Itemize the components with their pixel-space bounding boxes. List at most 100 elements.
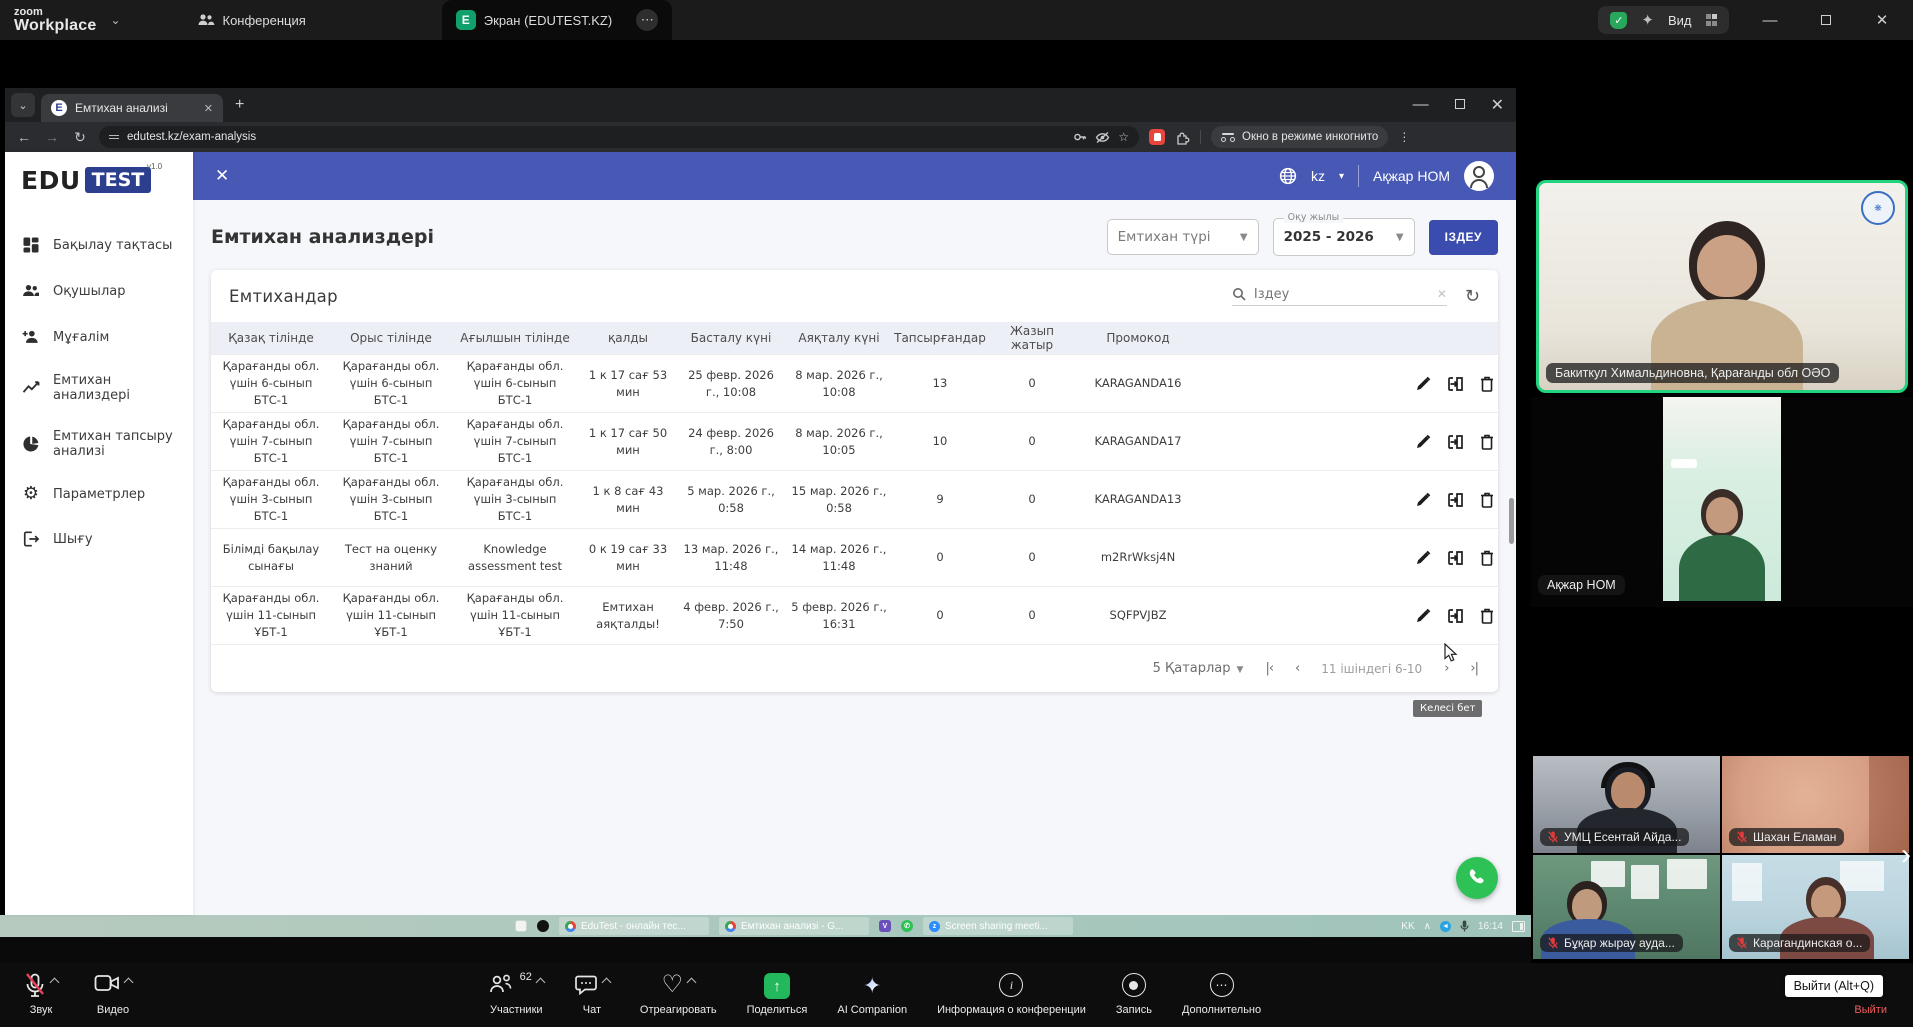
delete-exam-button[interactable]: [1480, 550, 1494, 566]
sidebar-item-students[interactable]: Оқушылар: [5, 268, 193, 314]
participant-video[interactable]: УМЦ Есентай Айда...: [1533, 756, 1720, 853]
window-minimize-button[interactable]: —: [1755, 12, 1785, 29]
tab-meeting[interactable]: Конференция: [181, 0, 322, 40]
open-exam-button[interactable]: [1447, 376, 1464, 392]
rows-per-page-select[interactable]: 5 Қатарлар▼: [1153, 661, 1244, 676]
telegram-icon[interactable]: ◄: [1440, 921, 1451, 932]
sidebar-item-dashboard[interactable]: Бақылау тақтасы: [5, 222, 193, 268]
clear-search-icon[interactable]: ✕: [1437, 287, 1447, 301]
address-bar[interactable]: edutest.kz/exam-analysis ☆: [99, 126, 1139, 148]
new-tab-button[interactable]: +: [235, 96, 244, 114]
file-explorer-icon[interactable]: [515, 920, 527, 932]
video-button[interactable]: Видео: [94, 963, 132, 1016]
more-button[interactable]: ⋯ Дополнительно: [1182, 963, 1261, 1016]
edit-exam-button[interactable]: [1415, 376, 1431, 392]
delete-exam-button[interactable]: [1480, 608, 1494, 624]
audio-button[interactable]: Звук: [24, 963, 58, 1016]
video-options-caret[interactable]: [124, 978, 134, 988]
sidebar-item-exam-analysis[interactable]: Емтихан анализдері: [5, 360, 193, 416]
search-button[interactable]: ІЗДЕУ: [1429, 220, 1498, 255]
whatsapp-taskbar-icon[interactable]: ✆: [901, 920, 913, 932]
reload-icon[interactable]: ↻: [71, 129, 89, 146]
chat-options-caret[interactable]: [601, 978, 611, 988]
first-page-button[interactable]: |‹: [1265, 661, 1273, 676]
page-scrollbar[interactable]: [1509, 498, 1514, 544]
participant-video[interactable]: Шахан Еламан: [1722, 756, 1909, 853]
language-selector[interactable]: kz: [1311, 168, 1325, 184]
audio-options-caret[interactable]: [50, 978, 60, 988]
next-page-button[interactable]: ›: [1444, 661, 1448, 676]
last-page-button[interactable]: ›|: [1470, 661, 1478, 676]
participants-options-caret[interactable]: [535, 978, 545, 988]
ai-sparkle-icon[interactable]: ✦: [1641, 11, 1654, 29]
pinned-video-zone[interactable]: Ақжар НОМ: [1531, 397, 1913, 607]
user-avatar-icon[interactable]: [1464, 161, 1494, 191]
tray-mic-icon[interactable]: [1460, 920, 1469, 932]
delete-exam-button[interactable]: [1480, 376, 1494, 392]
browser-tab[interactable]: E Емтихан анализі ✕: [41, 94, 223, 122]
current-user-name[interactable]: Ақжар НОМ: [1373, 168, 1450, 184]
app-icon[interactable]: [537, 920, 549, 932]
chevron-down-icon[interactable]: ▾: [1339, 171, 1344, 182]
browser-close-button[interactable]: ✕: [1491, 95, 1504, 115]
tab-search-icon[interactable]: ⌄: [11, 93, 35, 117]
window-restore-button[interactable]: [1811, 12, 1841, 29]
v-app-icon[interactable]: V: [879, 920, 891, 932]
tab-shared-screen[interactable]: E Экран (EDUTEST.KZ) ⋯: [442, 0, 672, 40]
taskbar-window-edutest[interactable]: EduTest - онлайн тес...: [559, 917, 709, 935]
participant-video[interactable]: Бұқар жырау ауда...: [1533, 855, 1720, 959]
sidebar-item-logout[interactable]: Шығу: [5, 516, 193, 562]
open-exam-button[interactable]: [1447, 492, 1464, 508]
ai-companion-button[interactable]: ✦ AI Companion: [837, 963, 907, 1016]
sidebar-item-settings[interactable]: ⚙ Параметрлер: [5, 472, 193, 516]
active-speaker-video[interactable]: ❋ Бакиткул Химальдиновна, Қарағанды обл …: [1536, 180, 1908, 393]
browser-restore-button[interactable]: [1455, 96, 1465, 114]
record-button[interactable]: Запись: [1116, 963, 1152, 1016]
taskbar-window-analysis[interactable]: Емтихан анализі - G...: [719, 917, 869, 935]
previous-page-button[interactable]: ‹: [1295, 661, 1299, 676]
edit-exam-button[interactable]: [1415, 608, 1431, 624]
close-drawer-icon[interactable]: ✕: [215, 166, 229, 186]
open-exam-button[interactable]: [1447, 550, 1464, 566]
participant-video[interactable]: Карагандинская о...: [1722, 855, 1909, 959]
window-close-button[interactable]: ✕: [1867, 11, 1897, 29]
refresh-icon[interactable]: ↻: [1465, 286, 1480, 307]
edit-exam-button[interactable]: [1415, 434, 1431, 450]
tray-expand-icon[interactable]: ∧: [1424, 921, 1431, 932]
extensions-puzzle-icon[interactable]: [1175, 130, 1190, 145]
browser-minimize-button[interactable]: —: [1413, 96, 1429, 114]
sidebar-item-teacher[interactable]: Мұғалім: [5, 314, 193, 360]
delete-exam-button[interactable]: [1480, 492, 1494, 508]
browser-menu-icon[interactable]: ⋮: [1398, 130, 1410, 144]
exam-type-select[interactable]: Емтихан түрі ▼: [1107, 219, 1259, 255]
share-screen-button[interactable]: ↑ Поделиться: [747, 963, 808, 1016]
tab-options-icon[interactable]: ⋯: [636, 9, 658, 31]
taskbar-window-zoom[interactable]: zScreen sharing meeti...: [923, 917, 1073, 935]
school-year-select[interactable]: Оқу жылы 2025 - 2026 ▼: [1273, 218, 1415, 256]
view-label[interactable]: Вид: [1668, 13, 1692, 28]
tray-clock[interactable]: 16:14: [1478, 921, 1503, 932]
adblock-extension-icon[interactable]: [1149, 129, 1165, 145]
chevron-down-icon[interactable]: ⌄: [110, 13, 120, 27]
keyboard-language[interactable]: KK: [1401, 921, 1414, 932]
participants-button[interactable]: 62 Участники: [489, 963, 544, 1016]
chat-button[interactable]: Чат: [574, 963, 610, 1016]
open-exam-button[interactable]: [1447, 434, 1464, 450]
forward-icon[interactable]: →: [43, 129, 61, 145]
react-options-caret[interactable]: [687, 978, 697, 988]
next-participants-chevron-icon[interactable]: ›: [1901, 840, 1911, 870]
open-exam-button[interactable]: [1447, 608, 1464, 624]
back-icon[interactable]: ←: [15, 129, 33, 145]
leave-button[interactable]: Выйти Выйти (Alt+Q): [1854, 963, 1887, 1016]
notification-panel-icon[interactable]: [1512, 921, 1525, 932]
view-grid-icon[interactable]: [1706, 14, 1718, 26]
sidebar-item-exam-submission-analysis[interactable]: Емтихан тапсыру анализі: [5, 416, 193, 472]
password-key-icon[interactable]: [1073, 130, 1087, 144]
delete-exam-button[interactable]: [1480, 434, 1494, 450]
bookmark-star-icon[interactable]: ☆: [1118, 130, 1129, 144]
tab-close-icon[interactable]: ✕: [204, 102, 213, 115]
search-input[interactable]: [1254, 287, 1429, 302]
edit-exam-button[interactable]: [1415, 550, 1431, 566]
eye-hidden-icon[interactable]: [1095, 131, 1110, 144]
meeting-info-button[interactable]: i Информация о конференции: [937, 963, 1086, 1016]
